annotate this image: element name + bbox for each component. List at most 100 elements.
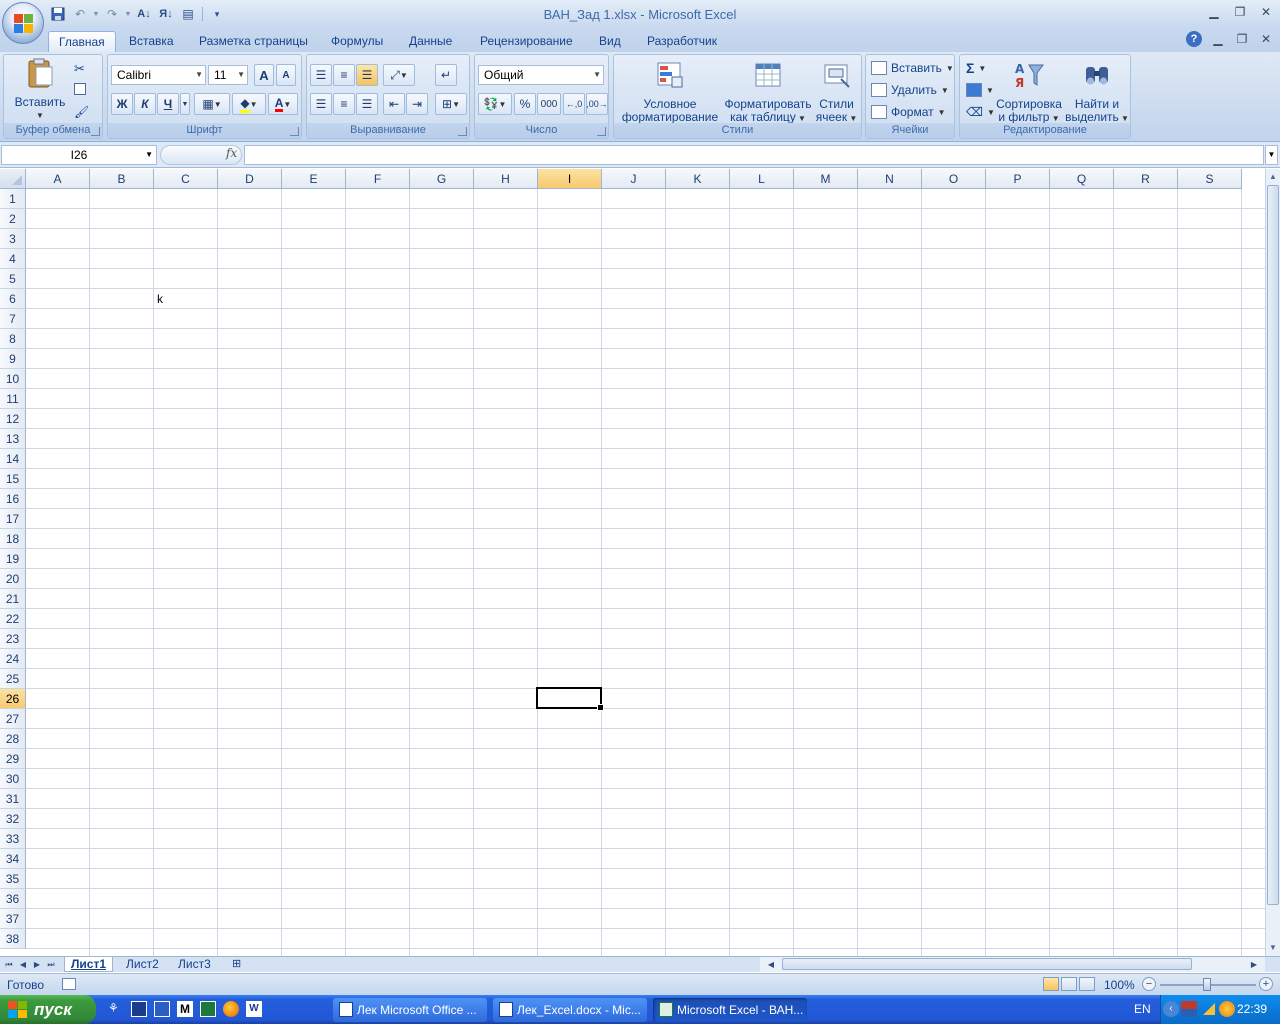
column-header[interactable]: H <box>474 169 538 189</box>
next-sheet-icon[interactable]: ▶ <box>30 957 44 972</box>
scroll-left-icon[interactable]: ◀ <box>764 957 778 972</box>
decrease-indent-icon[interactable]: ⇤ <box>383 93 405 115</box>
column-header[interactable]: F <box>346 169 410 189</box>
row-header[interactable]: 27 <box>0 709 26 729</box>
row-header[interactable]: 10 <box>0 369 26 389</box>
italic-button[interactable]: К <box>134 93 156 115</box>
start-button[interactable]: пуск <box>0 995 96 1024</box>
clipboard-launcher-icon[interactable] <box>91 127 100 136</box>
tab-data[interactable]: Данные <box>399 31 462 52</box>
quicklaunch-firefox-icon[interactable] <box>223 1001 239 1017</box>
column-header[interactable]: G <box>410 169 474 189</box>
workbook-minimize-icon[interactable]: ▁ <box>1210 31 1226 47</box>
scroll-up-icon[interactable]: ▲ <box>1266 169 1280 185</box>
grow-font-button[interactable]: A <box>254 64 274 86</box>
tray-expand-icon[interactable]: ‹ <box>1163 1001 1179 1017</box>
row-header[interactable]: 1 <box>0 189 26 209</box>
font-launcher-icon[interactable] <box>290 127 299 136</box>
help-icon[interactable]: ? <box>1186 31 1202 47</box>
tray-flag-icon[interactable] <box>1181 1001 1197 1017</box>
row-header[interactable]: 21 <box>0 589 26 609</box>
number-format-combo[interactable]: Общий ▼ <box>478 65 604 85</box>
column-header[interactable]: D <box>218 169 282 189</box>
row-header[interactable]: 20 <box>0 569 26 589</box>
autosum-button[interactable]: Σ ▼ <box>966 58 986 78</box>
tab-page-layout[interactable]: Разметка страницы <box>189 31 318 52</box>
align-left-icon[interactable]: ☰ <box>310 93 332 115</box>
restore-icon[interactable]: ❐ <box>1232 4 1248 20</box>
paste-button[interactable]: Вставить ▼ <box>10 57 70 122</box>
cell-area[interactable]: k <box>26 189 1265 956</box>
row-header[interactable]: 26 <box>0 689 26 709</box>
close-icon[interactable]: ✕ <box>1258 4 1274 20</box>
orientation-icon[interactable]: ⤢ ▼ <box>383 64 415 86</box>
row-header[interactable]: 14 <box>0 449 26 469</box>
tab-developer[interactable]: Разработчик <box>637 31 727 52</box>
row-header[interactable]: 12 <box>0 409 26 429</box>
cell-value[interactable]: k <box>157 292 163 306</box>
row-header[interactable]: 31 <box>0 789 26 809</box>
column-header[interactable]: K <box>666 169 730 189</box>
insert-sheet-icon[interactable]: ⊞ <box>226 957 247 972</box>
row-header[interactable]: 30 <box>0 769 26 789</box>
zoom-level[interactable]: 100% <box>1104 978 1135 992</box>
zoom-out-icon[interactable]: − <box>1142 977 1156 991</box>
formula-input[interactable] <box>244 145 1264 165</box>
vertical-scroll-thumb[interactable] <box>1267 185 1279 905</box>
tab-formulas[interactable]: Формулы <box>321 31 393 52</box>
find-select-button[interactable]: Найти и выделить ▼ <box>1064 59 1130 125</box>
column-header[interactable]: A <box>26 169 90 189</box>
quicklaunch-app-icon-2[interactable] <box>131 1001 147 1017</box>
font-size-combo[interactable]: 11 ▼ <box>208 65 248 85</box>
underline-button[interactable]: Ч <box>157 93 179 115</box>
copy-icon[interactable] <box>74 83 86 95</box>
row-header[interactable]: 8 <box>0 329 26 349</box>
normal-view-icon[interactable] <box>1043 977 1059 991</box>
vertical-scrollbar[interactable]: ▲ ▼ <box>1265 169 1280 956</box>
row-header[interactable]: 15 <box>0 469 26 489</box>
sheet-tab-2[interactable]: Лист2 <box>120 957 165 972</box>
merge-center-icon[interactable]: ⊞ ▼ <box>435 93 467 115</box>
row-header[interactable]: 19 <box>0 549 26 569</box>
zoom-slider-thumb[interactable] <box>1203 978 1211 991</box>
column-header[interactable]: R <box>1114 169 1178 189</box>
quicklaunch-app-icon-4[interactable]: W <box>246 1001 262 1017</box>
taskbar-window-2[interactable]: Лек_Excel.docx - Mic... <box>493 998 647 1022</box>
align-center-icon[interactable]: ≡ <box>333 93 355 115</box>
row-header[interactable]: 36 <box>0 889 26 909</box>
select-all-button[interactable] <box>0 169 26 189</box>
alignment-launcher-icon[interactable] <box>458 127 467 136</box>
borders-button[interactable]: ▦ ▼ <box>194 93 230 115</box>
quicklaunch-app-icon-1[interactable]: ⚘ <box>108 1001 124 1017</box>
increase-decimal-icon[interactable]: ←,0 <box>563 93 585 115</box>
align-middle-icon[interactable]: ≡ <box>333 64 355 86</box>
bold-button[interactable]: Ж <box>111 93 133 115</box>
tray-app-icon[interactable] <box>1219 1001 1235 1017</box>
macro-record-icon[interactable] <box>62 978 76 990</box>
currency-format-button[interactable]: 💱 ▼ <box>478 93 512 115</box>
quicklaunch-excel-icon[interactable] <box>200 1001 216 1017</box>
row-header[interactable]: 3 <box>0 229 26 249</box>
insert-function-icon[interactable]: fx <box>226 146 237 160</box>
row-header[interactable]: 25 <box>0 669 26 689</box>
tab-review[interactable]: Рецензирование <box>470 31 583 52</box>
row-header[interactable]: 34 <box>0 849 26 869</box>
row-header[interactable]: 4 <box>0 249 26 269</box>
column-header[interactable]: P <box>986 169 1050 189</box>
align-bottom-icon[interactable]: ☰ <box>356 64 378 86</box>
workbook-restore-icon[interactable]: ❐ <box>1234 31 1250 47</box>
percent-button[interactable]: % <box>514 93 536 115</box>
column-header[interactable]: B <box>90 169 154 189</box>
horizontal-scrollbar[interactable]: ◀ ▶ <box>760 957 1265 972</box>
decrease-decimal-icon[interactable]: ,00→ <box>586 93 608 115</box>
last-sheet-icon[interactable]: ⏭ <box>44 957 58 972</box>
row-header[interactable]: 16 <box>0 489 26 509</box>
column-header[interactable]: M <box>794 169 858 189</box>
page-layout-view-icon[interactable] <box>1061 977 1077 991</box>
insert-cells-button[interactable]: Вставить ▼ <box>871 58 954 78</box>
font-name-combo[interactable]: Calibri ▼ <box>111 65 206 85</box>
tab-insert[interactable]: Вставка <box>119 31 184 52</box>
row-header[interactable]: 5 <box>0 269 26 289</box>
underline-dropdown-icon[interactable]: ▼ <box>180 93 190 115</box>
format-cells-button[interactable]: Формат ▼ <box>871 102 946 122</box>
